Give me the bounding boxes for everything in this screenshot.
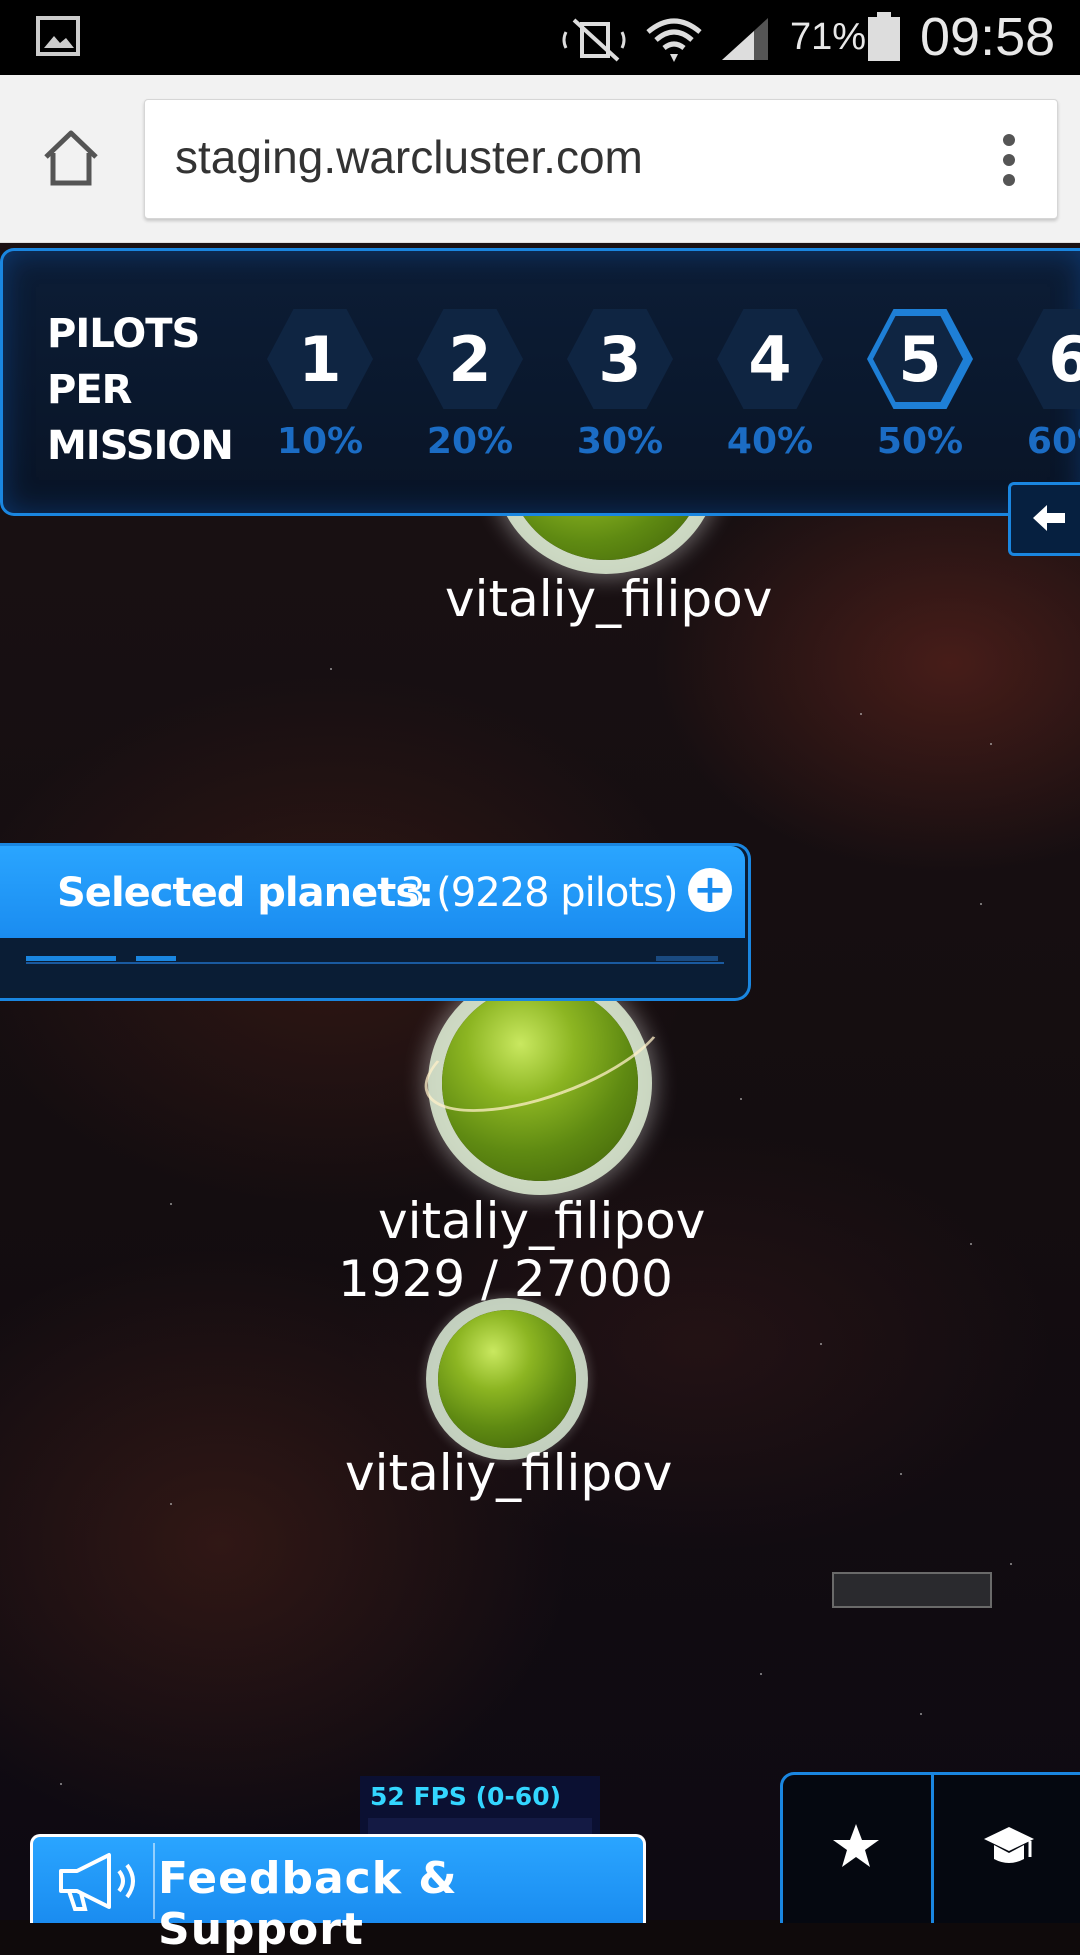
feedback-support-label: Feedback & Support: [158, 1853, 458, 1955]
pilot-option-number: 6: [1048, 323, 1080, 396]
selected-planets-label: Selected planets:: [57, 870, 434, 916]
pilot-option-1[interactable]: 1 10%: [265, 309, 375, 462]
pilot-option-3[interactable]: 3 30%: [565, 309, 675, 462]
pilot-option-number: 2: [448, 323, 492, 396]
feedback-support-button[interactable]: Feedback & Support: [30, 1834, 646, 1955]
arrow-left-icon: [1033, 505, 1065, 531]
gallery-icon: [36, 16, 80, 56]
browser-toolbar: staging.warcluster.com: [0, 75, 1080, 243]
pilots-per-mission-panel: PILOTS PER MISSION 1 10% 2 20% 3 30% 4 4…: [0, 248, 1080, 516]
status-bar: 71% 09:58: [0, 0, 1080, 75]
mute-icon: [562, 18, 626, 62]
pilot-option-number: 5: [898, 323, 942, 396]
battery-percent: 71%: [790, 16, 867, 58]
minimap[interactable]: [832, 1572, 992, 1608]
selected-planets-header: Selected planets: 3 (9228 pilots) +: [0, 846, 745, 938]
fps-label: 52 FPS (0-60): [370, 1782, 562, 1811]
url-text[interactable]: staging.warcluster.com: [175, 130, 643, 184]
pilot-option-number: 4: [748, 323, 792, 396]
wifi-icon: [646, 18, 702, 62]
pilot-option-number: 3: [598, 323, 642, 396]
clock: 09:58: [920, 7, 1056, 67]
planet-owner-label: vitaliy_filipov: [345, 1444, 673, 1502]
megaphone-icon: [59, 1853, 135, 1911]
selected-planets-panel: Selected planets: 3 (9228 pilots) +: [0, 843, 751, 1001]
planet-owner-label: vitaliy_filipov: [445, 570, 773, 628]
selected-planets-bar: [26, 956, 724, 964]
more-vert-icon[interactable]: [1001, 134, 1017, 186]
planet-owner-label: vitaliy_filipov: [378, 1192, 706, 1250]
pilots-panel-title: PILOTS PER MISSION: [47, 311, 234, 469]
pilot-option-number: 1: [298, 323, 342, 396]
favorites-button[interactable]: [783, 1775, 934, 1923]
pilot-option-percent: 50%: [876, 421, 964, 462]
pilot-option-5[interactable]: 5 50%: [865, 309, 975, 462]
planet-population-label: 1929 / 27000: [338, 1250, 673, 1308]
pilot-option-percent: 20%: [426, 421, 514, 462]
selected-planets-value: 3 (9228 pilots): [400, 870, 678, 916]
pilot-option-4[interactable]: 4 40%: [715, 309, 825, 462]
battery-icon: [868, 12, 900, 61]
url-bar[interactable]: staging.warcluster.com: [144, 99, 1058, 219]
bottom-toolbar: [780, 1772, 1080, 1923]
collapse-panel-button[interactable]: [1008, 482, 1080, 556]
planet-bottom[interactable]: [438, 1310, 576, 1448]
signal-icon: [722, 18, 768, 60]
home-icon[interactable]: [40, 127, 102, 189]
star-icon: [833, 1824, 879, 1867]
pilot-option-percent: 30%: [576, 421, 664, 462]
pilot-option-2[interactable]: 2 20%: [415, 309, 525, 462]
pilot-option-6[interactable]: 6 60%: [1015, 309, 1080, 462]
pilot-option-percent: 60%: [1026, 421, 1080, 462]
tutorial-button[interactable]: [934, 1775, 1080, 1923]
plus-icon[interactable]: +: [688, 868, 732, 912]
pilot-option-percent: 10%: [276, 421, 364, 462]
graduation-cap-icon: [984, 1827, 1034, 1863]
pilot-option-percent: 40%: [726, 421, 814, 462]
